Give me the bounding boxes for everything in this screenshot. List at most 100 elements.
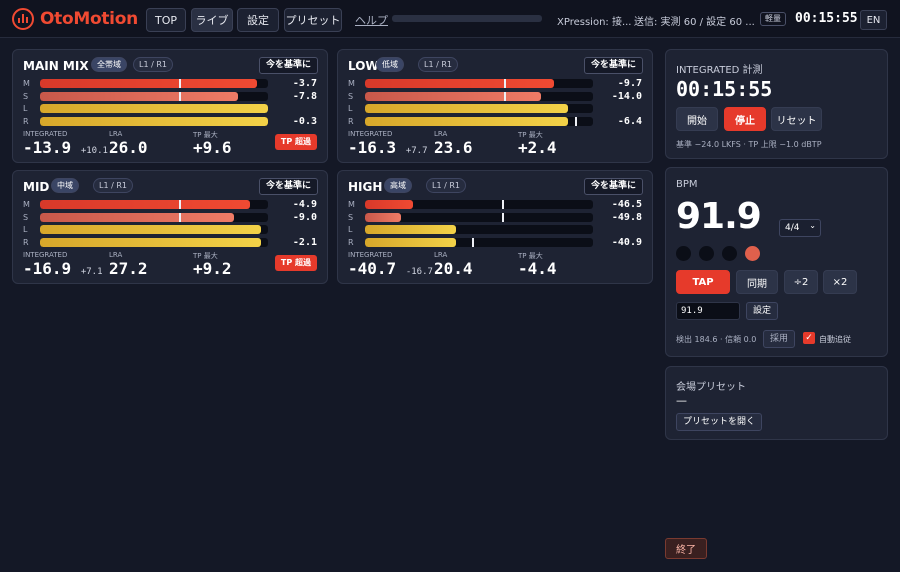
nav-top[interactable]: TOP — [146, 8, 186, 32]
level-fill — [365, 92, 541, 101]
integrated-number: -16.3 — [348, 138, 397, 157]
start-button[interactable]: 開始 — [676, 107, 718, 131]
level-fill — [365, 104, 568, 113]
level-fill — [40, 104, 268, 113]
tp-value: +9.6 — [193, 138, 232, 157]
row-value: -6.4 — [617, 116, 642, 127]
band-chip[interactable]: 全帯域 — [91, 57, 127, 72]
current-preset: — — [676, 394, 687, 407]
row-label: S — [23, 213, 29, 222]
level-fill — [40, 92, 239, 101]
level-bar — [40, 79, 268, 88]
row-value: -2.1 — [292, 237, 317, 248]
tp-over-badge: TP 超過 — [274, 255, 317, 271]
nav-settings[interactable]: 設定 — [237, 8, 279, 32]
level-bar — [40, 104, 268, 113]
integrated-number: -40.7 — [348, 259, 397, 278]
channel-chip[interactable]: L1 / R1 — [418, 57, 458, 72]
header-clock: 00:15:55 — [795, 11, 858, 26]
meter-select-value: 4/4 — [785, 223, 800, 233]
top-bar: OtoMotion TOP ライブ 設定 プリセット ヘルプ XPression… — [0, 0, 900, 38]
integrated-value: -16.3 +7.7 — [348, 138, 428, 157]
channel-chip[interactable]: L1 / R1 — [133, 57, 173, 72]
row-label: R — [348, 117, 354, 126]
tap-button[interactable]: TAP — [676, 270, 730, 294]
band-chip[interactable]: 低域 — [376, 57, 404, 72]
quit-button[interactable]: 終了 — [665, 538, 707, 559]
row-value: -3.7 — [292, 78, 317, 89]
xpression-status: XPression: 接... — [557, 17, 632, 28]
chevron-down-icon: ⌄ — [809, 221, 816, 230]
sync-button[interactable]: 同期 — [736, 270, 778, 294]
meter-panel: LOW 低域 L1 / R1 今を基準に M -9.7 S -14.0 L R — [337, 49, 653, 163]
row-value: -0.3 — [292, 116, 317, 127]
integrated-time: 00:15:55 — [676, 77, 773, 101]
meter-select[interactable]: 4/4 ⌄ — [779, 219, 821, 237]
open-presets-button[interactable]: プリセットを開く — [676, 413, 763, 431]
peak-marker — [472, 238, 475, 247]
set-reference-button[interactable]: 今を基準に — [583, 178, 643, 195]
lra-value: 23.6 — [434, 138, 473, 157]
level-fill — [40, 200, 250, 209]
logo-icon — [12, 8, 34, 30]
integrated-label: INTEGRATED — [23, 251, 68, 259]
peak-marker — [179, 79, 182, 88]
lra-label: LRA — [434, 251, 448, 259]
row-value: -46.5 — [611, 199, 642, 210]
lra-value: 27.2 — [109, 259, 148, 278]
preset-panel: 会場プリセット — プリセットを開く — [665, 366, 888, 440]
level-fill — [365, 225, 457, 234]
level-bar — [365, 200, 593, 209]
level-bar — [365, 225, 593, 234]
reset-button[interactable]: リセット — [771, 107, 822, 131]
row-label: S — [23, 92, 29, 101]
integrated-label: INTEGRATED — [348, 251, 393, 259]
preset-title: 会場プリセット — [676, 382, 746, 393]
level-fill — [365, 79, 555, 88]
row-value: -7.8 — [292, 91, 317, 102]
nav-presets[interactable]: プリセット — [284, 8, 342, 32]
meter-title: LOW — [348, 59, 379, 73]
band-chip[interactable]: 高域 — [384, 178, 412, 193]
halve-button[interactable]: ÷2 — [784, 270, 818, 294]
channel-chip[interactable]: L1 / R1 — [426, 178, 466, 193]
beat-indicator — [699, 246, 714, 261]
level-bar — [40, 225, 268, 234]
send-status: 送信: 実測 60 / 設定 60 ... — [634, 17, 755, 28]
meter-panel: MAIN MIX 全帯域 L1 / R1 今を基準に M -3.7 S -7.8 L … — [12, 49, 328, 163]
set-reference-button[interactable]: 今を基準に — [583, 57, 643, 74]
integrated-title: INTEGRATED 計測 — [676, 65, 763, 76]
level-fill — [365, 200, 413, 209]
app-logo[interactable]: OtoMotion — [12, 8, 138, 30]
integrated-number: -13.9 — [23, 138, 72, 157]
nav-live[interactable]: ライブ — [191, 8, 233, 32]
level-bar — [365, 92, 593, 101]
language-button[interactable]: EN — [860, 10, 887, 30]
level-bar — [365, 238, 593, 247]
adopt-button[interactable]: 採用 — [763, 330, 796, 348]
integrated-delta: +7.1 — [80, 267, 103, 277]
reference-text: 基準 −24.0 LKFS · TP 上限 −1.0 dBTP — [676, 140, 822, 149]
set-reference-button[interactable]: 今を基準に — [258, 178, 318, 195]
auto-follow-checkbox[interactable]: ✓ — [803, 332, 815, 344]
tp-value: +2.4 — [518, 138, 557, 157]
integrated-label: INTEGRATED — [348, 130, 393, 138]
band-chip[interactable]: 中域 — [51, 178, 79, 193]
peak-marker — [501, 213, 504, 222]
bpm-input[interactable]: 91.9 — [676, 302, 740, 320]
bpm-title: BPM — [676, 179, 698, 190]
level-bar — [365, 213, 593, 222]
set-bpm-button[interactable]: 設定 — [746, 302, 779, 320]
row-label: L — [23, 104, 28, 113]
stop-button[interactable]: 停止 — [724, 107, 766, 131]
row-value: -40.9 — [611, 237, 642, 248]
channel-chip[interactable]: L1 / R1 — [93, 178, 133, 193]
set-reference-button[interactable]: 今を基準に — [258, 57, 318, 74]
lra-value: 26.0 — [109, 138, 148, 157]
help-link[interactable]: ヘルプ — [355, 12, 388, 28]
row-label: L — [23, 225, 28, 234]
integrated-delta: +10.1 — [80, 146, 108, 156]
level-fill — [40, 213, 234, 222]
row-label: M — [23, 79, 30, 88]
double-button[interactable]: ×2 — [823, 270, 857, 294]
